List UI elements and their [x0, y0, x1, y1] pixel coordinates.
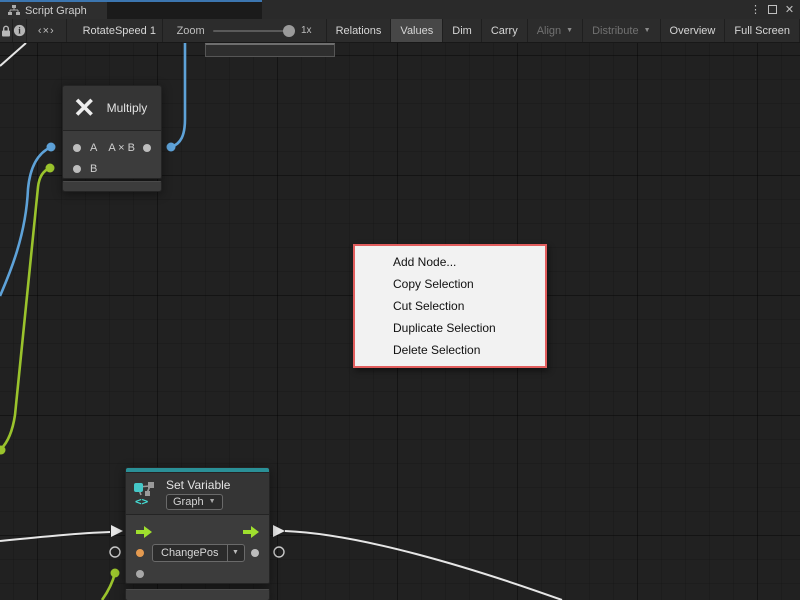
info-icon: i [13, 24, 26, 37]
wire-blue-output[interactable] [171, 43, 185, 147]
dim-button[interactable]: Dim [443, 19, 482, 42]
zoom-control: Zoom 1x [163, 19, 327, 42]
clipped-node-top[interactable] [205, 43, 335, 57]
multiply-node-footer [62, 181, 162, 192]
multiply-node-title: Multiply [107, 101, 148, 115]
set-variable-header[interactable]: <> Set Variable Graph ▼ [125, 472, 270, 514]
set-variable-node[interactable]: <> Set Variable Graph ▼ [125, 467, 270, 600]
set-variable-icon: <> [134, 482, 158, 506]
zoom-label: Zoom [177, 25, 205, 37]
port-row-b: B [63, 158, 161, 179]
multiply-icon: ✕ [73, 95, 96, 122]
overview-button[interactable]: Overview [661, 19, 726, 42]
wire-end-dot [0, 446, 6, 455]
tab-well: Script Graph [0, 0, 262, 19]
variable-input-port[interactable] [136, 549, 144, 557]
info-button[interactable]: i [13, 19, 27, 42]
multiply-node-header[interactable]: ✕ Multiply [62, 85, 162, 130]
wire-end-dot [46, 164, 55, 173]
code-toggle-button[interactable]: ‹×› [27, 19, 67, 42]
flow-arrow-in [111, 525, 123, 537]
set-variable-footer [125, 589, 270, 600]
chevron-down-icon: ▼ [209, 498, 216, 505]
flow-row [126, 521, 269, 542]
zoom-slider-handle[interactable] [283, 25, 295, 37]
chevron-down-icon: ▼ [227, 545, 244, 561]
input-port-a[interactable] [73, 144, 81, 152]
svg-text:<>: <> [135, 495, 149, 506]
chevron-down-icon: ▼ [644, 27, 651, 34]
value-input-port[interactable] [136, 570, 144, 578]
variable-output-port[interactable] [251, 549, 259, 557]
graph-canvas[interactable]: ✕ Multiply A A × B B [0, 43, 800, 600]
carry-button[interactable]: Carry [482, 19, 528, 42]
close-icon[interactable]: ✕ [783, 3, 796, 16]
wire-white-flow-out[interactable] [285, 531, 562, 600]
fullscreen-button[interactable]: Full Screen [725, 19, 800, 42]
menu-item-copy-selection[interactable]: Copy Selection [355, 273, 545, 295]
window-menu-icon[interactable]: ⋮ [749, 3, 762, 16]
distribute-dropdown[interactable]: Distribute ▼ [583, 19, 660, 42]
multiply-node[interactable]: ✕ Multiply A A × B B [62, 85, 162, 192]
scope-dropdown[interactable]: Graph ▼ [166, 494, 223, 510]
menu-item-add-node[interactable]: Add Node... [355, 251, 545, 273]
lock-button[interactable] [0, 19, 13, 42]
menu-item-delete-selection[interactable]: Delete Selection [355, 339, 545, 361]
flow-out-arrow-icon[interactable] [243, 526, 259, 538]
window-controls: ⋮ ✕ [749, 0, 796, 19]
graph-breadcrumb[interactable]: RotateSpeed 1 [67, 19, 163, 42]
unconnected-port-ring-right[interactable] [274, 547, 284, 557]
menu-item-cut-selection[interactable]: Cut Selection [355, 295, 545, 317]
port-result-label: A × B [108, 142, 135, 154]
align-dropdown[interactable]: Align ▼ [528, 19, 583, 42]
toolbar: i ‹×› RotateSpeed 1 Zoom 1x Relations Va… [0, 19, 800, 43]
port-a-label: A [90, 142, 97, 154]
wire-white-topleft[interactable] [0, 43, 26, 66]
wire-blue-input-a[interactable] [0, 147, 51, 296]
value-row [126, 563, 269, 584]
output-port-result[interactable] [143, 144, 151, 152]
wire-end-dot [111, 569, 120, 578]
zoom-value: 1x [301, 25, 312, 36]
tab-label: Script Graph [25, 5, 87, 17]
port-row-a: A A × B [63, 137, 161, 158]
flow-arrow-out [273, 525, 285, 537]
set-variable-body: ChangePos ▼ [125, 514, 270, 584]
port-b-label: B [90, 163, 97, 175]
script-graph-window: Script Graph ⋮ ✕ i ‹×› [0, 0, 800, 600]
breadcrumb-label: RotateSpeed 1 [83, 25, 156, 37]
maximize-icon[interactable] [768, 5, 777, 14]
graph-hierarchy-icon [8, 5, 20, 16]
chevron-down-icon: ▼ [566, 27, 573, 34]
wire-end-dot [47, 143, 56, 152]
set-variable-title: Set Variable [166, 478, 230, 492]
relations-button[interactable]: Relations [327, 19, 392, 42]
wire-white-flow-in[interactable] [0, 532, 110, 541]
multiply-node-body: A A × B B [62, 130, 162, 179]
menu-item-duplicate-selection[interactable]: Duplicate Selection [355, 317, 545, 339]
titlebar: Script Graph ⋮ ✕ [0, 0, 800, 19]
wire-end-dot [167, 143, 176, 152]
unconnected-port-ring-left[interactable] [110, 547, 120, 557]
flow-in-arrow-icon[interactable] [136, 526, 152, 538]
input-port-b[interactable] [73, 165, 81, 173]
variable-dropdown[interactable]: ChangePos ▼ [152, 544, 245, 562]
tab-script-graph[interactable]: Script Graph [0, 2, 107, 19]
context-menu: Add Node... Copy Selection Cut Selection… [353, 244, 547, 368]
values-button[interactable]: Values [391, 19, 443, 42]
variable-row: ChangePos ▼ [126, 542, 269, 563]
lock-icon [0, 25, 12, 37]
zoom-slider[interactable] [213, 30, 293, 32]
